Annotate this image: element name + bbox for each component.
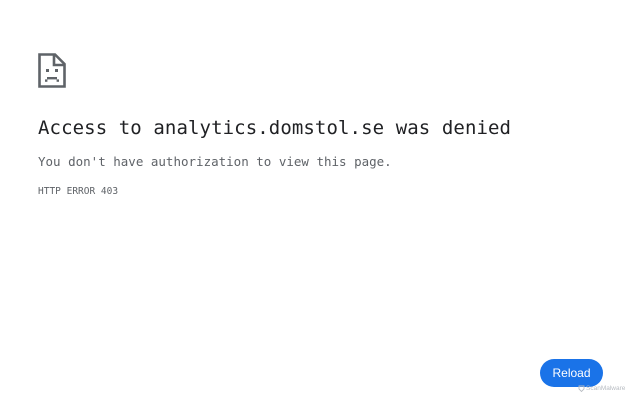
watermark-text: ScanMalware bbox=[586, 385, 626, 392]
error-code: HTTP ERROR 403 bbox=[38, 186, 119, 197]
reload-button[interactable]: Reload bbox=[540, 359, 603, 387]
error-title: Access to analytics.domstol.se was denie… bbox=[38, 117, 512, 139]
scanmalware-logo-icon bbox=[578, 385, 585, 393]
sad-document-icon bbox=[38, 53, 66, 88]
error-message: You don't have authorization to view thi… bbox=[38, 154, 392, 169]
error-page: Access to analytics.domstol.se was denie… bbox=[0, 0, 640, 404]
watermark: ScanMalware bbox=[578, 385, 626, 393]
